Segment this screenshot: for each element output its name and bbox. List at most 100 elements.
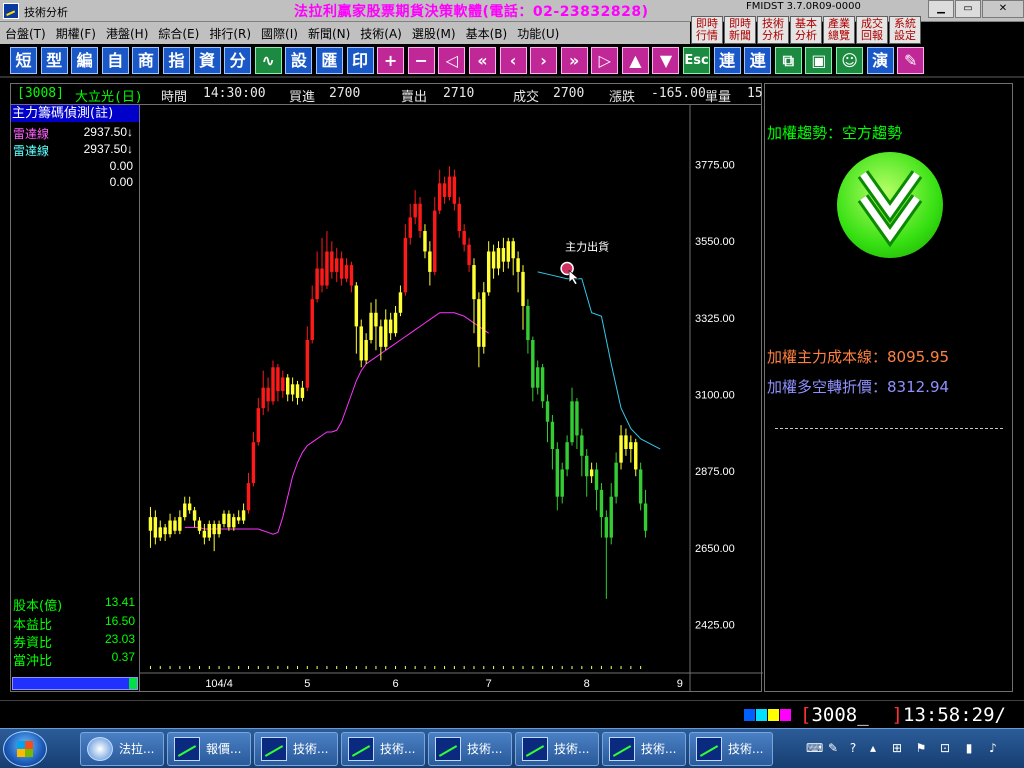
next-icon[interactable]: ▷ <box>591 46 619 74</box>
candle-body <box>619 435 623 463</box>
down-icon[interactable]: ▼ <box>652 46 680 74</box>
right-icon[interactable]: › <box>530 46 558 74</box>
menu-item[interactable]: 國際(I) <box>256 25 303 42</box>
minimize-icon[interactable]: ▁ <box>928 0 954 18</box>
y-tick-label: 3100.00 <box>695 390 735 402</box>
candle-body <box>241 510 246 521</box>
candlestick-chart[interactable]: 3775.00 3550.00 3325.00 3100.00 2875.00 2650.… <box>140 105 763 692</box>
keyboard-icon[interactable]: ⌨ <box>806 741 823 755</box>
toolbar-button[interactable]: 商 <box>132 46 160 74</box>
candle-body <box>604 517 609 538</box>
toolbar-button[interactable]: 型 <box>40 46 68 74</box>
network-icon[interactable]: ⊡ <box>938 741 952 755</box>
quick-button[interactable]: 即時新聞 <box>724 16 756 44</box>
taskbar-button[interactable]: 技術... <box>689 732 773 766</box>
toolbar-button[interactable]: 編 <box>71 46 99 74</box>
double-left-icon[interactable]: « <box>468 46 496 74</box>
toolbar-button[interactable]: 匯 <box>315 46 343 74</box>
menu-item[interactable]: 台盤(T) <box>0 25 51 42</box>
menu-item[interactable]: 新聞(N) <box>303 25 355 42</box>
menu-item[interactable]: 功能(U) <box>512 25 564 42</box>
quick-button[interactable]: 產業總覽 <box>823 16 855 44</box>
taskbar-button[interactable]: 技術... <box>602 732 686 766</box>
tray-expand-icon[interactable]: ▴ <box>866 741 880 755</box>
indicator-title[interactable]: 主力籌碼偵測(註) <box>11 105 139 122</box>
window-icon[interactable]: ⧉ <box>774 46 802 74</box>
candle-body <box>232 517 236 528</box>
candle-body <box>178 517 182 531</box>
quick-button[interactable]: 系統設定 <box>889 16 921 44</box>
toolbar-button[interactable]: 指 <box>162 46 190 74</box>
toolbar-button[interactable]: 演 <box>866 46 894 74</box>
left-icon[interactable]: ‹ <box>499 46 527 74</box>
taskbar-button[interactable]: 技術... <box>515 732 599 766</box>
flag-alert-icon[interactable]: ⚑ <box>914 741 928 755</box>
toolbar-button[interactable]: 連 <box>713 46 741 74</box>
candle-body <box>339 258 344 279</box>
chart-area[interactable]: 3775.00 3550.00 3325.00 3100.00 2875.00 2650.… <box>139 105 763 692</box>
quick-button[interactable]: 成交回報 <box>856 16 888 44</box>
volume-icon[interactable]: ♪ <box>986 741 1000 755</box>
menu-item[interactable]: 基本(B) <box>461 25 513 42</box>
app-icon[interactable] <box>3 3 19 19</box>
quick-button[interactable]: 即時行情 <box>691 16 723 44</box>
menu-item[interactable]: 港盤(H) <box>101 25 153 42</box>
toolbar-button[interactable]: 印 <box>346 46 374 74</box>
taskbar-button[interactable]: 法拉... <box>80 732 164 766</box>
toolbar-button[interactable]: 連 <box>744 46 772 74</box>
taskbar-label: 技術... <box>467 742 503 756</box>
double-right-icon[interactable]: » <box>560 46 588 74</box>
menu-item[interactable]: 排行(R) <box>204 25 256 42</box>
menu-item[interactable]: 綜合(E) <box>153 25 204 42</box>
menu-item[interactable]: 期權(F) <box>51 25 101 42</box>
candle-body <box>271 367 275 402</box>
person-icon[interactable]: ☺ <box>836 46 864 74</box>
taskbar-button[interactable]: 技術... <box>428 732 512 766</box>
plus-icon[interactable]: + <box>377 46 405 74</box>
chart-app-icon <box>435 737 461 761</box>
code-clock[interactable]: [3008_ ]13:58:29/ <box>800 704 1006 726</box>
menu-item[interactable]: 選股(M) <box>407 25 461 42</box>
windows-flag-icon[interactable]: ⊞ <box>890 741 904 755</box>
scrollbar-thumb[interactable] <box>129 678 137 689</box>
volume-tick <box>247 666 249 669</box>
maximize-icon[interactable]: ▭ <box>955 0 981 18</box>
chart-icon[interactable]: ∿ <box>254 46 282 74</box>
edit-icon[interactable]: ✎ <box>897 46 925 74</box>
candle-body <box>379 326 383 347</box>
candle-body <box>643 503 648 531</box>
taskbar-button[interactable]: 技術... <box>254 732 338 766</box>
taskbar-button[interactable]: 報價... <box>167 732 251 766</box>
help-icon[interactable]: ? <box>846 741 860 755</box>
quick-button[interactable]: 基本分析 <box>790 16 822 44</box>
chart-scrollbar[interactable] <box>12 677 138 690</box>
fund-value: 0.37 <box>111 650 135 664</box>
toolbar-button[interactable]: 分 <box>224 46 252 74</box>
up-icon[interactable]: ▲ <box>621 46 649 74</box>
candle-body <box>433 210 437 272</box>
quote-name: 大立光(日) <box>75 90 143 105</box>
prev-icon[interactable]: ◁ <box>438 46 466 74</box>
toolbar-button[interactable]: 資 <box>193 46 221 74</box>
signal-icon[interactable]: ▮ <box>962 741 976 755</box>
language-icon[interactable]: ✎ <box>826 741 840 755</box>
status-code[interactable]: 3008 <box>811 704 857 726</box>
close-icon[interactable]: ✕ <box>982 0 1024 18</box>
esc-icon[interactable]: Esc <box>683 46 711 74</box>
chart-app-icon <box>609 737 635 761</box>
toolbar-button[interactable]: 設 <box>285 46 313 74</box>
taskbar-button[interactable]: 技術... <box>341 732 425 766</box>
lock-icon[interactable]: ▣ <box>805 46 833 74</box>
minus-icon[interactable]: − <box>407 46 435 74</box>
toolbar-button[interactable]: 自 <box>101 46 129 74</box>
menu-item[interactable]: 技術(A) <box>355 25 407 42</box>
volume-tick <box>149 666 151 669</box>
candle-body <box>634 442 638 470</box>
toolbar-button[interactable]: 短 <box>10 46 37 74</box>
start-button[interactable] <box>3 731 47 767</box>
quick-button[interactable]: 技術分析 <box>757 16 789 44</box>
quote-ask: 2710 <box>443 86 475 101</box>
candle-body <box>418 203 422 232</box>
candle-body <box>183 503 187 518</box>
candle-body <box>281 377 285 392</box>
